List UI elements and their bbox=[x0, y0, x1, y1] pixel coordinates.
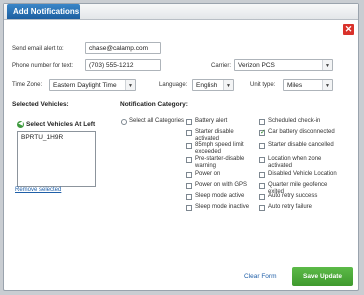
dialog-titlebar: Add Notifications bbox=[4, 4, 358, 20]
category-checkbox[interactable] bbox=[259, 172, 265, 178]
category-checkbox[interactable] bbox=[259, 128, 266, 136]
timezone-label: Time Zone: bbox=[12, 82, 43, 88]
email-field[interactable]: chase@calamp.com bbox=[85, 42, 161, 54]
select-all-label: Select all Categories bbox=[129, 118, 185, 124]
category-checkbox[interactable] bbox=[259, 157, 265, 163]
chevron-down-icon: ▼ bbox=[223, 80, 233, 90]
category-label: Sleep mode active bbox=[195, 193, 245, 199]
category-label: Power on bbox=[195, 171, 221, 177]
category-checkbox[interactable] bbox=[186, 172, 192, 178]
phone-field[interactable]: (703) 555-1212 bbox=[85, 59, 161, 71]
category-label: 85mph speed limit exceeded bbox=[195, 142, 244, 156]
language-label: Language: bbox=[159, 82, 188, 88]
language-value: English bbox=[196, 82, 218, 89]
unittype-label: Unit type: bbox=[250, 82, 276, 88]
unittype-value: Miles bbox=[287, 82, 303, 89]
category-checkbox[interactable] bbox=[186, 205, 192, 211]
category-checkbox[interactable] bbox=[259, 119, 265, 125]
timezone-value: Eastern Daylight Time bbox=[53, 82, 117, 89]
dialog-title-tab[interactable]: Add Notifications bbox=[7, 4, 80, 19]
category-label: Auto retry success bbox=[268, 193, 318, 199]
category-label: Pre-starter-disable warning bbox=[195, 156, 245, 170]
chevron-down-icon: ▼ bbox=[322, 60, 332, 70]
category-checkbox[interactable] bbox=[259, 143, 265, 149]
category-checkbox[interactable] bbox=[186, 157, 192, 163]
close-icon[interactable]: ✕ bbox=[343, 24, 354, 35]
clear-form-link[interactable]: Clear Form bbox=[244, 273, 277, 280]
category-label: Location when zone activated bbox=[268, 156, 322, 170]
category-label: Scheduled check-in bbox=[268, 118, 321, 124]
category-label: Power on with GPS bbox=[195, 182, 248, 188]
notification-category-title: Notification Category: bbox=[120, 101, 188, 108]
category-checkbox[interactable] bbox=[259, 183, 265, 189]
arrow-left-icon: ◀ bbox=[17, 121, 24, 128]
select-vehicles-hint: Select Vehicles At Left bbox=[26, 121, 96, 128]
category-checkbox[interactable] bbox=[259, 194, 265, 200]
category-checkbox[interactable] bbox=[186, 143, 192, 149]
phone-label: Phone number for text: bbox=[12, 63, 74, 69]
language-select[interactable]: English ▼ bbox=[192, 79, 234, 91]
unittype-select[interactable]: Miles ▼ bbox=[283, 79, 333, 91]
list-item[interactable]: BPRTU_1H9R bbox=[18, 132, 95, 143]
category-checkbox[interactable] bbox=[259, 205, 265, 211]
chevron-down-icon: ▼ bbox=[322, 80, 332, 90]
save-update-button[interactable]: Save Update bbox=[292, 267, 353, 286]
category-label: Sleep mode inactive bbox=[195, 204, 250, 210]
category-label: Battery alert bbox=[195, 118, 228, 124]
carrier-label: Carrier: bbox=[211, 63, 232, 69]
chevron-down-icon: ▼ bbox=[125, 80, 135, 90]
category-checkbox[interactable] bbox=[186, 130, 192, 136]
category-checkbox[interactable] bbox=[186, 194, 192, 200]
email-label: Send email alert to: bbox=[12, 46, 64, 52]
selected-vehicles-list[interactable]: BPRTU_1H9R bbox=[17, 131, 96, 187]
category-checkbox[interactable] bbox=[186, 119, 192, 125]
add-notifications-dialog: Add Notifications ✕ Send email alert to:… bbox=[3, 3, 359, 291]
selected-vehicles-title: Selected Vehicles: bbox=[12, 101, 69, 108]
category-label: Disabled Vehicle Location bbox=[268, 171, 337, 177]
remove-selected-link[interactable]: Remove selected bbox=[15, 187, 61, 193]
carrier-select[interactable]: Verizon PCS ▼ bbox=[234, 59, 333, 71]
carrier-value: Verizon PCS bbox=[238, 62, 275, 69]
timezone-select[interactable]: Eastern Daylight Time ▼ bbox=[49, 79, 136, 91]
category-checkbox[interactable] bbox=[186, 183, 192, 189]
category-label: Auto retry failure bbox=[268, 204, 313, 210]
category-label: Starter disable cancelled bbox=[268, 142, 334, 148]
select-all-radio[interactable] bbox=[121, 119, 127, 125]
category-label: Car battery disconnected bbox=[268, 129, 335, 135]
